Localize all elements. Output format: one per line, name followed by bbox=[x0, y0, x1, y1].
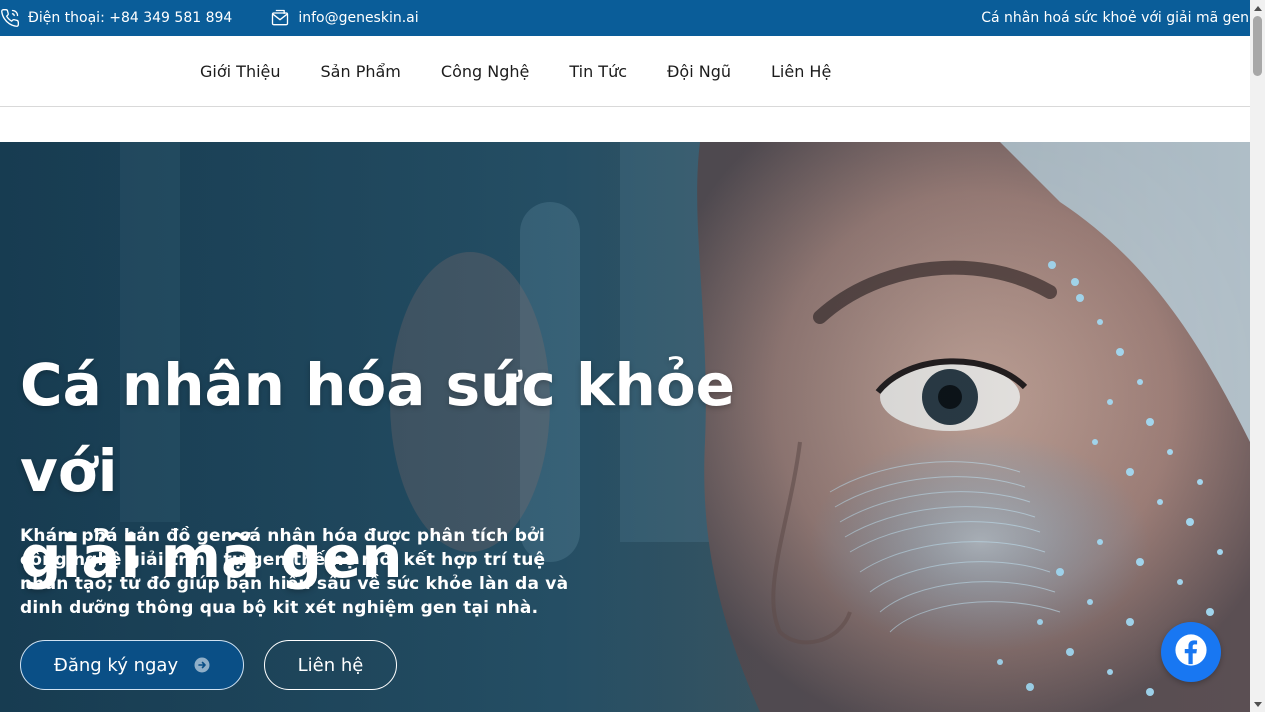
contact-button[interactable]: Liên hệ bbox=[264, 640, 397, 690]
page: Điện thoại: +84 349 581 894 info@geneski… bbox=[0, 0, 1265, 712]
scroll-down-icon[interactable] bbox=[1250, 697, 1265, 712]
top-info-bar: Điện thoại: +84 349 581 894 info@geneski… bbox=[0, 0, 1250, 36]
nav-item-doi-ngu[interactable]: Đội Ngũ bbox=[647, 62, 751, 81]
email-text: info@geneskin.ai bbox=[298, 10, 419, 26]
phone-contact[interactable]: Điện thoại: +84 349 581 894 bbox=[0, 8, 232, 28]
nav-item-gioi-thieu[interactable]: Giới Thiệu bbox=[180, 62, 301, 81]
main-navbar: Giới Thiệu Sản Phẩm Công Nghệ Tin Tức Độ… bbox=[0, 36, 1250, 107]
contact-button-label: Liên hệ bbox=[297, 654, 364, 676]
nav-item-tin-tuc[interactable]: Tin Tức bbox=[549, 62, 647, 81]
register-now-button[interactable]: Đăng ký ngay bbox=[20, 640, 244, 690]
phone-text: Điện thoại: +84 349 581 894 bbox=[28, 10, 233, 26]
nav-menu: Giới Thiệu Sản Phẩm Công Nghệ Tin Tức Độ… bbox=[180, 36, 851, 106]
hero-title-line1: Cá nhân hóa sức khỏe với bbox=[20, 351, 736, 505]
contact-info: Điện thoại: +84 349 581 894 info@geneski… bbox=[0, 0, 457, 36]
email-icon bbox=[270, 8, 290, 28]
vertical-scrollbar[interactable] bbox=[1250, 0, 1265, 712]
topbar-tagline: Cá nhân hoá sức khoẻ với giải mã gen bbox=[981, 10, 1249, 26]
hero-section: Cá nhân hóa sức khỏe với giải mã gen Khá… bbox=[0, 142, 1250, 712]
register-now-label: Đăng ký ngay bbox=[53, 654, 179, 676]
hero-description: Khám phá bản đồ gen cá nhân hóa được phâ… bbox=[20, 526, 569, 618]
phone-icon bbox=[0, 8, 20, 28]
arrow-right-circle-icon bbox=[194, 657, 210, 673]
nav-item-cong-nghe[interactable]: Công Nghệ bbox=[421, 62, 549, 81]
scroll-thumb[interactable] bbox=[1253, 16, 1262, 76]
email-contact[interactable]: info@geneskin.ai bbox=[270, 8, 419, 28]
facebook-float-button[interactable] bbox=[1161, 622, 1221, 682]
nav-item-san-pham[interactable]: Sản Phẩm bbox=[301, 62, 421, 81]
facebook-icon bbox=[1174, 633, 1208, 671]
scroll-up-icon[interactable] bbox=[1250, 0, 1265, 15]
nav-item-lien-he[interactable]: Liên Hệ bbox=[751, 62, 851, 81]
